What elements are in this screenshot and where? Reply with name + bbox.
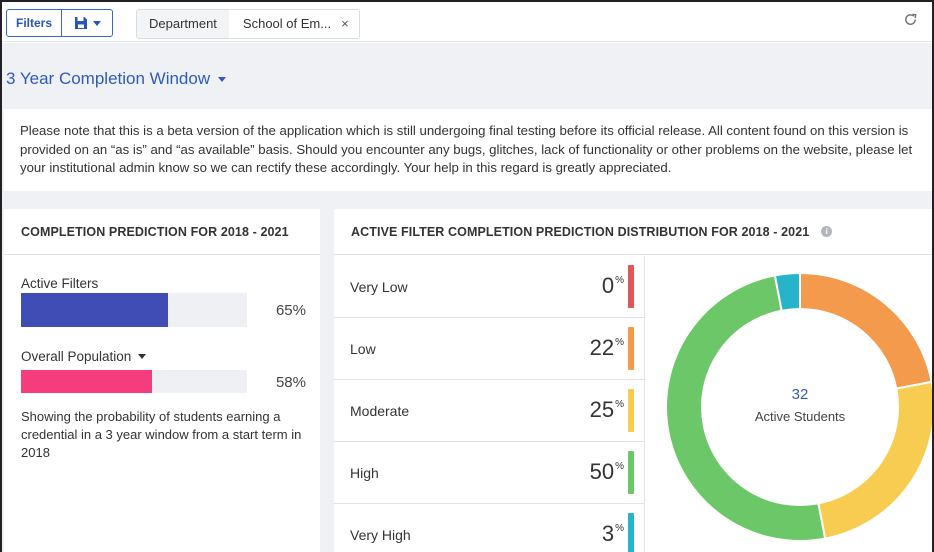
completion-prediction-card: COMPLETION PREDICTION FOR 2018 - 2021 Ac…	[4, 209, 320, 552]
distribution-row-number: 22	[589, 335, 615, 360]
beta-notice: Please note that this is a beta version …	[4, 109, 932, 191]
overall-population-text: Overall Population	[21, 349, 132, 364]
distribution-row-label: Very Low	[350, 279, 408, 295]
distribution-row-number: 50	[589, 459, 615, 484]
filter-chip-department[interactable]: Department School of Em... ×	[136, 9, 360, 39]
completion-window-title: 3 Year Completion Window	[6, 69, 211, 88]
active-filters-text: Active Filters	[21, 276, 99, 291]
distribution-row-unit: %	[615, 522, 624, 534]
active-filters-bar-fill	[21, 293, 168, 327]
app-frame: Filters Department School of Em... × 3 Y…	[0, 0, 934, 552]
distribution-row: Moderate 25%	[334, 380, 644, 442]
distribution-row-value: 50%	[590, 459, 624, 485]
distribution-row-swatch	[628, 327, 634, 370]
distribution-card: ACTIVE FILTER COMPLETION PREDICTION DIST…	[334, 209, 932, 552]
overall-population-bar-fill	[21, 370, 153, 393]
filters-button[interactable]: Filters	[7, 10, 63, 36]
top-toolbar: Filters Department School of Em... ×	[2, 2, 932, 42]
distribution-row-unit: %	[615, 274, 624, 286]
distribution-row-unit: %	[615, 460, 624, 472]
distribution-row-label: Very High	[350, 527, 411, 543]
distribution-row-value: 3%	[602, 521, 624, 547]
donut-caption: Active Students	[754, 409, 846, 424]
distribution-row-value: 25%	[590, 397, 624, 423]
distribution-row-label: Low	[350, 341, 376, 357]
distribution-row-swatch	[628, 389, 634, 432]
distribution-title: ACTIVE FILTER COMPLETION PREDICTION DIST…	[351, 224, 810, 239]
distribution-row-number: 3	[601, 521, 615, 546]
distribution-row: Very Low 0%	[334, 256, 644, 318]
completion-window-selector[interactable]: 3 Year Completion Window	[6, 69, 227, 89]
overall-population-bar	[21, 370, 247, 393]
distribution-row: Very High 3%	[334, 504, 644, 552]
chevron-down-icon	[218, 76, 227, 82]
distribution-row-value: 22%	[590, 335, 624, 361]
distribution-list: Very Low 0% Low 22% Moderate 25% High 50% Very H…	[334, 256, 644, 552]
distribution-row-label: High	[350, 465, 379, 481]
distribution-row-unit: %	[615, 336, 624, 348]
distribution-row-swatch	[628, 513, 634, 552]
donut-slice-moderate[interactable]	[817, 380, 934, 540]
floppy-disk-icon	[74, 17, 87, 29]
save-dropdown-button[interactable]	[62, 10, 112, 36]
prediction-description: Showing the probability of students earn…	[21, 409, 302, 460]
chevron-down-icon	[138, 354, 147, 359]
distribution-donut-chart: 32 Active Students	[662, 269, 934, 545]
active-filters-percent: 65%	[275, 302, 306, 319]
filter-chip-value-box: School of Em... ×	[228, 10, 359, 38]
distribution-row-number: 25	[589, 397, 615, 422]
overall-population-percent: 58%	[275, 374, 306, 391]
active-filters-label: Active Filters	[21, 276, 98, 291]
beta-notice-text: Please note that this is a beta version …	[20, 123, 913, 175]
distribution-row-swatch	[628, 451, 634, 494]
donut-svg	[665, 271, 934, 542]
chevron-down-icon	[92, 20, 101, 26]
donut-slice-low[interactable]	[799, 271, 932, 390]
filter-chip-key: Department	[149, 16, 217, 31]
close-icon[interactable]: ×	[341, 10, 349, 38]
distribution-row-value: 0%	[602, 273, 624, 299]
distribution-header: ACTIVE FILTER COMPLETION PREDICTION DIST…	[334, 209, 932, 255]
refresh-icon[interactable]	[903, 12, 918, 32]
main-content: 3 Year Completion Window Please note tha…	[2, 43, 932, 552]
donut-count: 32	[791, 386, 809, 403]
active-filters-bar	[21, 293, 247, 327]
distribution-row-number: 0	[601, 273, 615, 298]
distribution-row: Low 22%	[334, 318, 644, 380]
filter-chip-value: School of Em...	[242, 16, 332, 31]
distribution-divider	[644, 256, 645, 552]
completion-prediction-title: COMPLETION PREDICTION FOR 2018 - 2021	[4, 209, 320, 255]
distribution-row-label: Moderate	[350, 403, 410, 419]
distribution-row-unit: %	[615, 398, 624, 410]
distribution-row-swatch	[628, 265, 634, 308]
overall-population-dropdown[interactable]: Overall Population	[21, 349, 147, 364]
info-icon[interactable]: i	[821, 226, 833, 237]
filters-button-group: Filters	[6, 9, 114, 37]
distribution-row: High 50%	[334, 442, 644, 504]
